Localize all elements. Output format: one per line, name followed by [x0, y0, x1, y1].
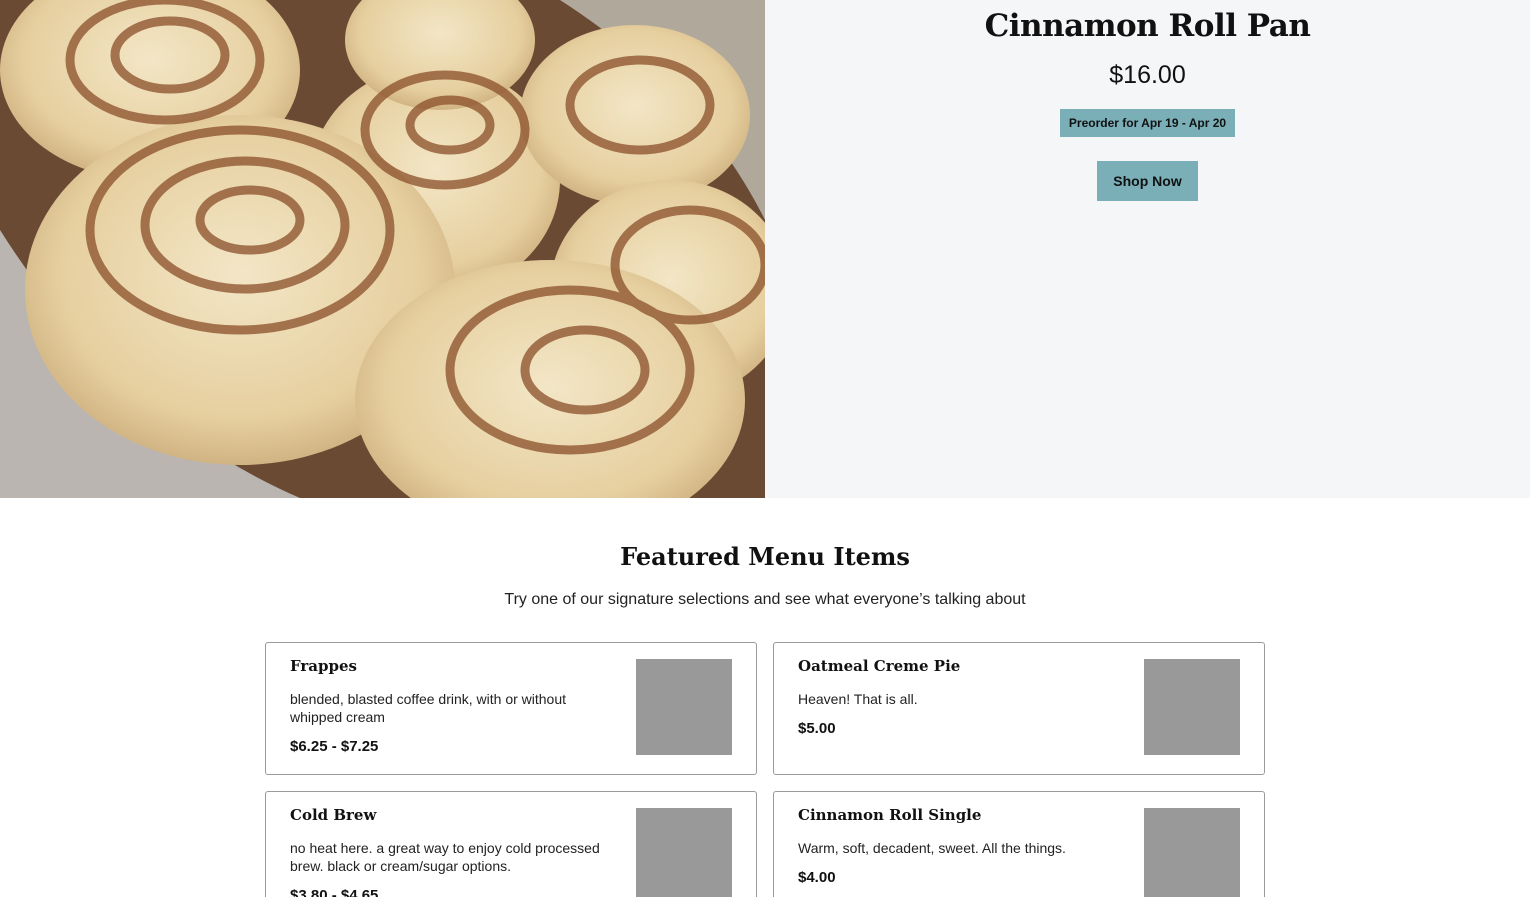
menu-item-image: [636, 659, 732, 755]
menu-item-card[interactable]: Cinnamon Roll Single Warm, soft, decaden…: [773, 791, 1265, 897]
section-subtitle: Try one of our signature selections and …: [504, 591, 1026, 608]
menu-item-description: blended, blasted coffee drink, with or w…: [290, 691, 567, 725]
menu-item-price: $4.00: [798, 869, 836, 886]
hero-section: Cinnamon Roll Pan $16.00 Preorder for Ap…: [0, 0, 1530, 498]
section-title: Featured Menu Items: [620, 542, 910, 571]
menu-item-description: no heat here. a great way to enjoy cold …: [290, 840, 600, 874]
menu-item-image: [1144, 808, 1240, 897]
cinnamon-rolls-photo: [0, 0, 765, 498]
featured-menu-section: Featured Menu Items Try one of our signa…: [0, 498, 1530, 897]
product-title: Cinnamon Roll Pan: [984, 8, 1311, 44]
menu-item-price: $6.25 - $7.25: [290, 738, 379, 755]
menu-item-description: Warm, soft, decadent, sweet. All the thi…: [798, 840, 1066, 856]
preorder-badge: Preorder for Apr 19 - Apr 20: [1059, 109, 1236, 137]
hero-product-image: [0, 0, 765, 498]
menu-item-price: $5.00: [798, 720, 836, 737]
menu-item-name: Cinnamon Roll Single: [798, 806, 982, 824]
menu-item-card[interactable]: Frappes blended, blasted coffee drink, w…: [265, 642, 757, 775]
hero-info-panel: Cinnamon Roll Pan $16.00 Preorder for Ap…: [765, 0, 1530, 498]
menu-item-name: Oatmeal Creme Pie: [798, 657, 961, 675]
menu-item-card[interactable]: Cold Brew no heat here. a great way to e…: [265, 791, 757, 897]
menu-item-image: [636, 808, 732, 897]
menu-item-description: Heaven! That is all.: [798, 691, 918, 707]
menu-item-name: Cold Brew: [290, 806, 377, 824]
product-price: $16.00: [1109, 61, 1186, 89]
shop-now-button[interactable]: Shop Now: [1097, 161, 1198, 201]
menu-item-name: Frappes: [290, 657, 357, 675]
menu-item-price: $3.80 - $4.65: [290, 887, 379, 897]
menu-item-image: [1144, 659, 1240, 755]
menu-item-card[interactable]: Oatmeal Creme Pie Heaven! That is all. $…: [773, 642, 1265, 775]
